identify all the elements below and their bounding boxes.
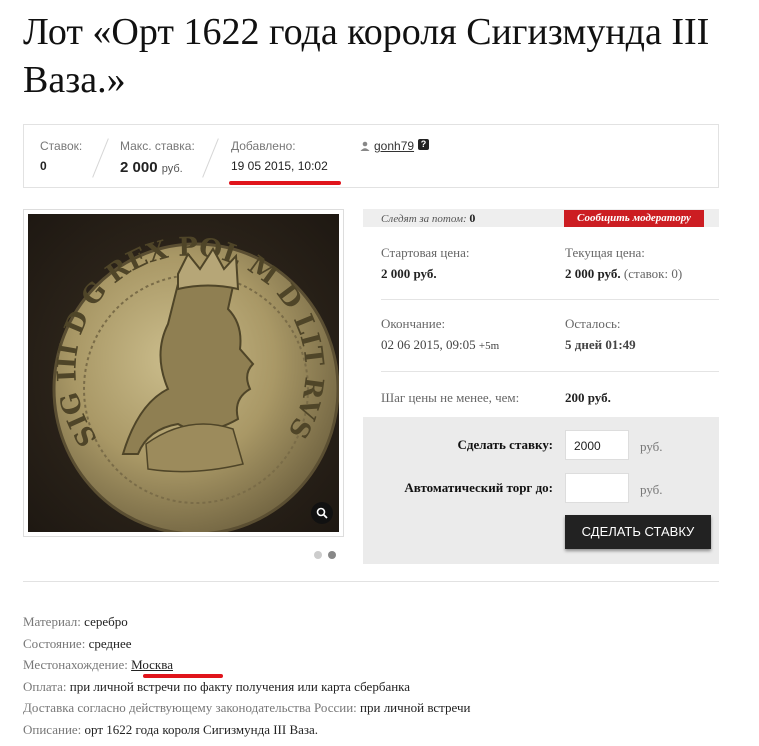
seller-link[interactable]: gonh79? xyxy=(360,139,430,153)
added-value: 19 05 2015, 10:02 xyxy=(231,159,328,173)
remaining-label: Осталось: xyxy=(565,316,621,331)
property-row: Оплата: при личной встречи по факту полу… xyxy=(23,676,470,698)
property-row: Местонахождение: Москва xyxy=(23,654,470,678)
current-price: Текущая цена: 2 000 руб. (ставок: 0) xyxy=(565,245,682,282)
step-value: 200 руб. xyxy=(565,390,611,405)
auction-panel: Следят за потом: 0 Сообщить модератору С… xyxy=(363,209,719,564)
property-key: Материал: xyxy=(23,614,81,629)
bids-value: 0 xyxy=(40,159,47,173)
property-key: Состояние: xyxy=(23,635,86,651)
coin-image: SIG III D G REX POL M D LIT RVS PR xyxy=(28,214,339,532)
max-bid-label: Макс. ставка: xyxy=(120,139,195,153)
end-label: Окончание: xyxy=(381,316,446,331)
bid-unit: руб. xyxy=(640,439,663,454)
auto-bid-label: Автоматический торг до: xyxy=(404,480,553,495)
property-key: Описание: xyxy=(23,721,82,737)
added-label: Добавлено: xyxy=(231,139,296,153)
zoom-button[interactable] xyxy=(311,502,333,524)
divider xyxy=(381,299,719,300)
lot-stats-bar: Ставок: 0 Макс. ставка: 2 000 руб. Добав… xyxy=(23,124,719,188)
step-label: Шаг цены не менее, чем: xyxy=(381,390,520,405)
time-remaining: Осталось: 5 дней 01:49 xyxy=(565,316,636,353)
end-timezone: +5m xyxy=(478,340,500,352)
gallery-dots xyxy=(314,546,342,564)
bid-input[interactable]: 2000 xyxy=(565,430,629,460)
red-underline-annotation xyxy=(229,181,341,185)
location-link[interactable]: Москва xyxy=(131,657,173,672)
bids-label: Ставок: xyxy=(40,139,83,153)
max-bid-stat: Макс. ставка: 2 000 руб. xyxy=(120,139,195,176)
divider xyxy=(202,138,219,178)
property-value: серебро xyxy=(84,614,128,629)
end-datetime: 02 06 2015, 09:05 xyxy=(381,337,476,352)
current-price-value: 2 000 руб. (ставок: 0) xyxy=(565,266,682,282)
divider xyxy=(23,581,719,582)
auto-bid-unit: руб. xyxy=(640,482,663,497)
bids-stat: Ставок: 0 xyxy=(40,139,82,173)
property-row: Доставка согласно действующему законодат… xyxy=(23,697,470,719)
seller-name[interactable]: gonh79 xyxy=(374,139,414,153)
watch-count: 0 xyxy=(469,211,476,225)
property-value: при личной встречи по факту получения ил… xyxy=(69,678,411,694)
property-value: при личной встречи xyxy=(360,700,471,715)
divider xyxy=(92,138,109,178)
start-price-value: 2 000 руб. xyxy=(381,266,437,281)
start-price-label: Стартовая цена: xyxy=(381,245,470,260)
auto-bid-input[interactable] xyxy=(565,473,629,503)
property-row: Состояние: среднее xyxy=(23,633,470,655)
watch-info: Следят за потом: 0 xyxy=(381,211,475,226)
page-title: Лот «Орт 1622 года короля Сигизмунда III… xyxy=(23,11,710,101)
start-price: Стартовая цена: 2 000 руб. xyxy=(381,245,469,282)
place-bid-button[interactable]: СДЕЛАТЬ СТАВКУ xyxy=(565,515,711,549)
watch-label: Следят за потом: xyxy=(381,213,467,225)
max-bid-amount: 2 000 xyxy=(120,159,158,176)
current-price-note: (ставок: 0) xyxy=(623,266,683,281)
max-bid-unit: руб. xyxy=(161,163,183,175)
property-key: Оплата: xyxy=(23,678,67,694)
watch-bar: Следят за потом: 0 Сообщить модератору xyxy=(363,209,719,227)
max-bid-value: 2 000 руб. xyxy=(120,159,195,176)
remaining-value: 5 дней 01:49 xyxy=(565,337,636,352)
end-time: Окончание: 02 06 2015, 09:05 +5m xyxy=(381,316,499,353)
current-price-label: Текущая цена: xyxy=(565,245,645,260)
red-underline-annotation xyxy=(143,674,223,678)
report-moderator-button[interactable]: Сообщить модератору xyxy=(564,210,704,227)
gallery-dot-2[interactable] xyxy=(328,551,336,559)
magnifier-icon xyxy=(316,507,328,519)
property-key: Местонахождение: xyxy=(23,657,128,672)
cropped-breadcrumb: ‾ ‾ ‾ ‾ ‾ ‾ ‾ ‾ ‾ ‾ ‾ ‾ ‾ ‾ ‾ ‾ ‾ ‾ xyxy=(150,0,580,4)
gallery-dot-1[interactable] xyxy=(314,551,322,559)
coin-photo[interactable]: SIG III D G REX POL M D LIT RVS PR xyxy=(28,214,339,532)
lot-properties: Материал: серебро Состояние: среднее Мес… xyxy=(23,611,470,740)
property-value: среднее xyxy=(88,635,132,651)
property-value: орт 1622 года короля Сигизмунда III Ваза… xyxy=(84,721,319,737)
property-row: Материал: серебро xyxy=(23,611,470,633)
property-key: Доставка согласно действующему законодат… xyxy=(23,700,357,715)
lot-photo-frame[interactable]: SIG III D G REX POL M D LIT RVS PR xyxy=(23,209,344,537)
added-stat: Добавлено: 19 05 2015, 10:02 xyxy=(231,139,328,173)
end-value: 02 06 2015, 09:05 +5m xyxy=(381,337,499,353)
current-price-amount: 2 000 руб. xyxy=(565,266,621,281)
user-icon xyxy=(360,141,370,151)
help-icon[interactable]: ? xyxy=(418,139,430,150)
property-row: Описание: орт 1622 года короля Сигизмунд… xyxy=(23,719,470,741)
bid-label: Сделать ставку: xyxy=(457,437,553,452)
divider xyxy=(381,371,719,372)
